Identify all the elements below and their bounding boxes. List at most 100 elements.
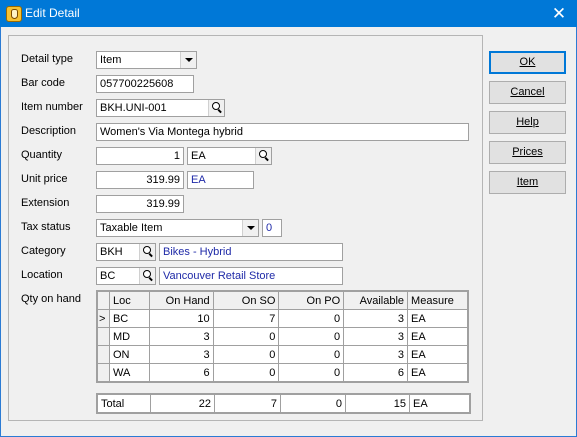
cell-loc[interactable]: WA [108,363,150,382]
detail-type-select[interactable]: Item [96,51,197,69]
row-pointer [97,327,110,346]
category-name-field: Bikes - Hybrid [159,243,343,261]
col-on-so[interactable]: On SO [212,291,280,310]
table-row[interactable]: ON 3 0 0 3 EA [97,345,468,364]
grid-header-row: Loc On Hand On SO On PO Available Measur… [97,291,468,310]
cell-loc[interactable]: ON [108,345,150,364]
cell-on-so[interactable]: 7 [212,309,280,328]
app-icon [6,6,22,22]
bar-code-input[interactable]: 057700225608 [96,75,194,93]
help-button-label: Help [516,116,539,128]
total-on-po: 0 [280,394,346,413]
col-available[interactable]: Available [343,291,409,310]
cell-on-hand[interactable]: 6 [148,363,214,382]
category-name-value: Bikes - Hybrid [163,246,232,258]
location-label: Location [21,269,63,281]
cancel-button[interactable]: Cancel [489,81,566,104]
extension-field: 319.99 [96,195,184,213]
row-pointer [97,363,110,382]
location-name-field: Vancouver Retail Store [159,267,343,285]
cell-loc[interactable]: BC [108,309,150,328]
location-lookup-search-icon[interactable] [139,268,155,284]
category-code-value: BKH [100,246,123,258]
item-number-input[interactable]: BKH.UNI-001 [96,99,225,117]
cell-loc[interactable]: MD [108,327,150,346]
unit-lookup-search-icon[interactable] [255,148,271,164]
cell-on-po[interactable]: 0 [278,345,345,364]
row-selector-header [97,291,110,310]
total-measure: EA [409,394,470,413]
location-input[interactable]: BC [96,267,156,285]
tax-code-field: 0 [262,219,282,237]
prices-button-label: Prices [512,146,543,158]
tax-status-label: Tax status [21,221,71,233]
table-row[interactable]: WA 6 0 0 6 EA [97,363,468,382]
cell-measure[interactable]: EA [407,309,468,328]
description-input[interactable]: Women's Via Montega hybrid [96,123,469,141]
location-name-value: Vancouver Retail Store [163,270,276,282]
row-pointer [97,345,110,364]
cell-on-hand[interactable]: 3 [148,345,214,364]
tax-status-select[interactable]: Taxable Item [96,219,259,237]
close-icon[interactable]: ✕ [541,0,577,27]
ok-button[interactable]: OK [489,51,566,74]
totals-table: Total 22 7 0 15 EA [97,394,470,413]
extension-value: 319.99 [146,198,180,210]
item-number-label: Item number [21,101,83,113]
cell-measure[interactable]: EA [407,363,468,382]
cell-on-so[interactable]: 0 [212,327,280,346]
item-button-label: Item [516,176,539,188]
table-row[interactable]: > BC 10 7 0 3 EA [97,309,468,328]
description-value: Women's Via Montega hybrid [100,126,243,138]
description-label: Description [21,125,77,137]
location-code-value: BC [100,270,116,282]
cell-on-po[interactable]: 0 [278,363,345,382]
chevron-down-icon[interactable] [242,220,258,236]
help-button[interactable]: Help [489,111,566,134]
cell-on-hand[interactable]: 10 [148,309,214,328]
quantity-value: 1 [173,150,180,162]
cell-on-po[interactable]: 0 [278,327,345,346]
chevron-down-icon[interactable] [180,52,196,68]
cell-on-so[interactable]: 0 [212,363,280,382]
cell-available[interactable]: 3 [343,327,409,346]
col-on-po[interactable]: On PO [278,291,345,310]
cell-available[interactable]: 3 [343,345,409,364]
category-lookup-search-icon[interactable] [139,244,155,260]
item-number-value: BKH.UNI-001 [100,102,167,114]
quantity-unit-value: EA [191,150,206,162]
row-pointer: > [97,309,110,328]
quantity-label: Quantity [21,149,62,161]
unit-price-value: 319.99 [146,174,180,186]
window-title: Edit Detail [25,6,80,20]
cell-on-po[interactable]: 0 [278,309,345,328]
prices-button[interactable]: Prices [489,141,566,164]
col-on-hand[interactable]: On Hand [148,291,214,310]
item-lookup-search-icon[interactable] [208,100,224,116]
category-input[interactable]: BKH [96,243,156,261]
cell-available[interactable]: 3 [343,309,409,328]
col-measure[interactable]: Measure [407,291,468,310]
item-button[interactable]: Item [489,171,566,194]
cell-measure[interactable]: EA [407,345,468,364]
cell-on-hand[interactable]: 3 [148,327,214,346]
quantity-input[interactable]: 1 [96,147,184,165]
unit-price-unit: EA [187,171,254,189]
table-row[interactable]: MD 3 0 0 3 EA [97,327,468,346]
cell-on-so[interactable]: 0 [212,345,280,364]
detail-type-value: Item [100,54,122,66]
total-available: 15 [345,394,410,413]
qty-on-hand-label: Qty on hand [21,293,81,305]
ok-button-label: OK [519,56,536,68]
col-loc[interactable]: Loc [108,291,150,310]
title-bar: Edit Detail ✕ [0,0,577,27]
total-label: Total [97,394,151,413]
tax-status-value: Taxable Item [100,222,163,234]
unit-price-input[interactable]: 319.99 [96,171,184,189]
bar-code-label: Bar code [21,77,66,89]
cell-measure[interactable]: EA [407,327,468,346]
qty-on-hand-grid[interactable]: Loc On Hand On SO On PO Available Measur… [96,290,469,383]
qty-on-hand-table: Loc On Hand On SO On PO Available Measur… [97,291,468,382]
quantity-unit-input[interactable]: EA [187,147,272,165]
cell-available[interactable]: 6 [343,363,409,382]
